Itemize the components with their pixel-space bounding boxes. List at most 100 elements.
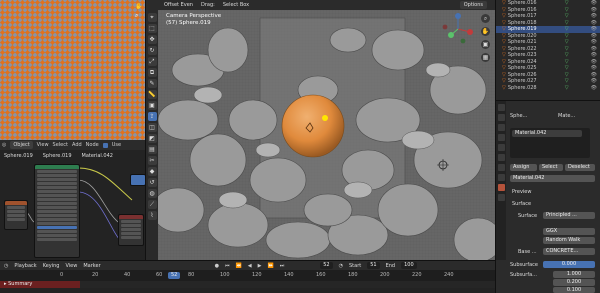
menu-playback[interactable]: Playback xyxy=(14,263,36,269)
visibility-eye-icon[interactable]: 👁 xyxy=(591,78,597,84)
visibility-eye-icon[interactable]: 👁 xyxy=(591,33,597,39)
playhead-frame[interactable]: 52 xyxy=(168,272,181,279)
jump-end-icon[interactable]: ⏭ xyxy=(280,263,285,269)
scale-icon[interactable]: ⤢ xyxy=(147,57,157,66)
visibility-eye-icon[interactable]: 👁 xyxy=(591,52,597,58)
select-icon[interactable]: ⬚ xyxy=(147,24,157,33)
navigation-gizmo[interactable] xyxy=(441,12,475,46)
visibility-eye-icon[interactable]: 👁 xyxy=(591,65,597,71)
grid-icon[interactable]: ▦ xyxy=(481,53,490,62)
mesh-data-icon[interactable]: ▽ xyxy=(565,46,569,52)
physics-tab-icon[interactable] xyxy=(497,164,505,171)
visibility-eye-icon[interactable]: 👁 xyxy=(591,26,597,32)
data-tab-icon[interactable] xyxy=(497,174,505,181)
properties-editor[interactable]: Sphe... Mate... Material.042 Assign Sele… xyxy=(495,100,600,260)
deselect-button[interactable]: Deselect xyxy=(565,164,595,171)
camera-icon[interactable]: ▣ xyxy=(481,40,490,49)
mesh-data-icon[interactable]: ▽ xyxy=(565,13,569,19)
next-key-icon[interactable]: ⏩ xyxy=(268,263,274,269)
select-button[interactable]: Select xyxy=(539,164,563,171)
start-frame-field[interactable]: 51 xyxy=(367,262,380,269)
object-tab-icon[interactable] xyxy=(497,144,505,151)
bevel-icon[interactable]: ◩ xyxy=(147,134,157,143)
zoom-icon[interactable]: ⌕ xyxy=(481,14,490,23)
menu-marker[interactable]: Marker xyxy=(83,263,100,269)
mesh-data-icon[interactable]: ▽ xyxy=(565,65,569,71)
pan-icon[interactable]: ✋ xyxy=(481,27,490,36)
visibility-eye-icon[interactable]: 👁 xyxy=(591,0,597,6)
play-icon[interactable]: ▶ xyxy=(258,263,262,269)
shader-node-editor[interactable]: ◎ Object View Select Add Node Use Sphere… xyxy=(0,140,146,260)
image-editor[interactable]: ✋ ⌕ xyxy=(0,0,146,140)
mesh-data-icon[interactable]: ▽ xyxy=(565,26,569,32)
mesh-data-icon[interactable]: ▽ xyxy=(565,0,569,6)
inset-icon[interactable]: ◫ xyxy=(147,123,157,132)
distribution-dropdown[interactable]: GGX xyxy=(543,228,595,235)
mesh-data-icon[interactable]: ▽ xyxy=(565,78,569,84)
surface-panel-header[interactable]: Surface xyxy=(512,201,531,207)
zoom-icon[interactable]: ⌕ xyxy=(135,12,141,19)
tool-tab-icon[interactable] xyxy=(497,104,505,111)
transform-icon[interactable]: ⧉ xyxy=(147,68,157,77)
visibility-eye-icon[interactable]: 👁 xyxy=(591,39,597,45)
texture-node[interactable] xyxy=(4,200,28,230)
mesh-data-icon[interactable]: ▽ xyxy=(565,72,569,78)
material-output-node[interactable] xyxy=(118,214,144,246)
hand-icon[interactable]: ✋ xyxy=(135,3,142,10)
mesh-data-icon[interactable]: ▽ xyxy=(565,52,569,58)
add-cube-icon[interactable]: ▣ xyxy=(147,101,157,110)
outliner[interactable]: ▽ Sphere.016 ▽ 👁 ▽ Sphere.016 ▽ 👁 ▽ Sphere.017 ▽ 👁 ▽… xyxy=(495,0,600,100)
subsurface-value[interactable]: 0.000 xyxy=(543,261,595,268)
base-color-field[interactable]: CONCRETE... xyxy=(543,248,595,255)
mesh-data-icon[interactable]: ▽ xyxy=(565,7,569,13)
selected-node[interactable] xyxy=(130,174,145,186)
measure-icon[interactable]: 📏 xyxy=(147,90,157,99)
preview-panel-header[interactable]: Preview xyxy=(512,189,531,195)
material-datablock-field[interactable]: Material.042 xyxy=(510,175,595,182)
render-tab-icon[interactable] xyxy=(497,114,505,121)
material-slot-item[interactable]: Material.042 xyxy=(512,130,582,137)
material-tab-icon[interactable] xyxy=(497,184,505,191)
knife-icon[interactable]: ✂ xyxy=(147,156,157,165)
loop-cut-icon[interactable]: ▤ xyxy=(147,145,157,154)
mesh-data-icon[interactable]: ▽ xyxy=(565,85,569,91)
summary-channel[interactable]: ▸ Summary xyxy=(0,281,80,288)
mesh-data-icon[interactable]: ▽ xyxy=(565,39,569,45)
auto-keying-icon[interactable]: ● xyxy=(215,263,219,269)
mesh-data-icon[interactable]: ▽ xyxy=(565,33,569,39)
visibility-eye-icon[interactable]: 👁 xyxy=(591,46,597,52)
mesh-data-icon[interactable]: ▽ xyxy=(565,59,569,65)
output-tab-icon[interactable] xyxy=(497,124,505,131)
principled-bsdf-node[interactable] xyxy=(34,164,80,258)
surface-shader-field[interactable]: Principled ... xyxy=(543,212,595,219)
radius-x-field[interactable]: 1.000 xyxy=(553,271,595,278)
smooth-icon[interactable]: ◍ xyxy=(147,189,157,198)
extrude-icon[interactable]: ⇪ xyxy=(147,112,157,121)
move-icon[interactable]: ✥ xyxy=(147,35,157,44)
annotate-icon[interactable]: ✎ xyxy=(147,79,157,88)
timeline-ruler[interactable]: 0 20 40 60 80 100 120 140 160 180 200 220 240 52 xyxy=(0,270,495,281)
visibility-eye-icon[interactable]: 👁 xyxy=(591,85,597,91)
radius-z-field[interactable]: 0.100 xyxy=(553,287,595,293)
spin-icon[interactable]: ↺ xyxy=(147,178,157,187)
prev-key-icon[interactable]: ⏪ xyxy=(236,263,242,269)
preview-range-icon[interactable]: ◔ xyxy=(339,263,343,269)
texture-tab-icon[interactable] xyxy=(497,194,505,201)
modifier-tab-icon[interactable] xyxy=(497,154,505,161)
visibility-eye-icon[interactable]: 👁 xyxy=(591,59,597,65)
visibility-eye-icon[interactable]: 👁 xyxy=(591,72,597,78)
scene-tab-icon[interactable] xyxy=(497,134,505,141)
rip-icon[interactable]: ⌇ xyxy=(147,211,157,220)
shear-icon[interactable]: ⟋ xyxy=(147,200,157,209)
poly-build-icon[interactable]: ◆ xyxy=(147,167,157,176)
editor-type-icon[interactable]: ◷ xyxy=(4,263,8,269)
menu-keying[interactable]: Keying xyxy=(43,263,60,269)
timeline[interactable]: ◷ Playback Keying View Marker ● ⏮ ⏪ ◀ ▶ … xyxy=(0,260,495,293)
end-frame-field[interactable]: 100 xyxy=(401,262,417,269)
select-box-dropdown[interactable]: Select Box xyxy=(223,2,249,8)
visibility-eye-icon[interactable]: 👁 xyxy=(591,13,597,19)
3d-viewport[interactable]: Offset Even Drag: Select Box Options ⌖ ⬚ ✥… xyxy=(146,0,495,260)
menu-view[interactable]: View xyxy=(65,263,77,269)
visibility-eye-icon[interactable]: 👁 xyxy=(591,20,597,26)
subsurface-method-dropdown[interactable]: Random Walk xyxy=(543,237,595,244)
